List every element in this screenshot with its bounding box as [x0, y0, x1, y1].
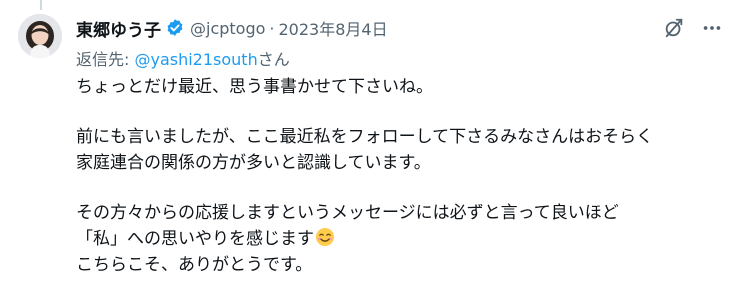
- grok-icon: [665, 18, 683, 38]
- tweet-actions: [660, 14, 726, 42]
- tweet: 東郷ゆう子 @jcptogo · 2023年8月4日 返信先: @yashi21…: [0, 0, 740, 295]
- tweet-line: その方々からの応援しますというメッセージには必ずと言って良いほど: [76, 203, 619, 223]
- tweet-line: ちょっとだけ最近、思う事書かせて下さいね。: [76, 77, 433, 97]
- thread-line: [40, 0, 42, 10]
- more-options-button[interactable]: [698, 14, 726, 42]
- grok-button[interactable]: [660, 14, 688, 42]
- avatar[interactable]: [18, 14, 62, 58]
- tweet-line-with-emoji: 「私」への思いやりを感じます: [76, 226, 726, 252]
- reply-mention-link[interactable]: @yashi21south: [134, 50, 257, 69]
- verified-badge-icon: [165, 18, 185, 38]
- smiling-face-emoji: [315, 227, 335, 247]
- reply-context: 返信先: @yashi21southさん: [76, 46, 290, 70]
- tweet-line: 家庭連合の関係の方が多いと認識しています。: [76, 153, 431, 173]
- tweet-date[interactable]: 2023年8月4日: [279, 16, 388, 40]
- author-name[interactable]: 東郷ゆう子: [76, 16, 161, 41]
- separator-dot: ·: [269, 18, 275, 38]
- tweet-line: 前にも言いましたが、ここ最近私をフォローして下さるみなさんはおそらく: [76, 127, 654, 147]
- more-icon: [703, 26, 721, 30]
- reply-prefix: 返信先:: [76, 50, 135, 69]
- reply-suffix: さん: [257, 50, 290, 69]
- tweet-text: ちょっとだけ最近、思う事書かせて下さいね。 前にも言いましたが、ここ最近私をフォ…: [76, 74, 726, 278]
- avatar-image: [18, 14, 62, 58]
- tweet-line: こちらこそ、ありがとうです。: [76, 255, 313, 275]
- author-handle[interactable]: @jcptogo: [190, 19, 265, 38]
- tweet-line: 「私」への思いやりを感じます: [76, 229, 314, 249]
- tweet-header: 東郷ゆう子 @jcptogo · 2023年8月4日: [76, 14, 388, 42]
